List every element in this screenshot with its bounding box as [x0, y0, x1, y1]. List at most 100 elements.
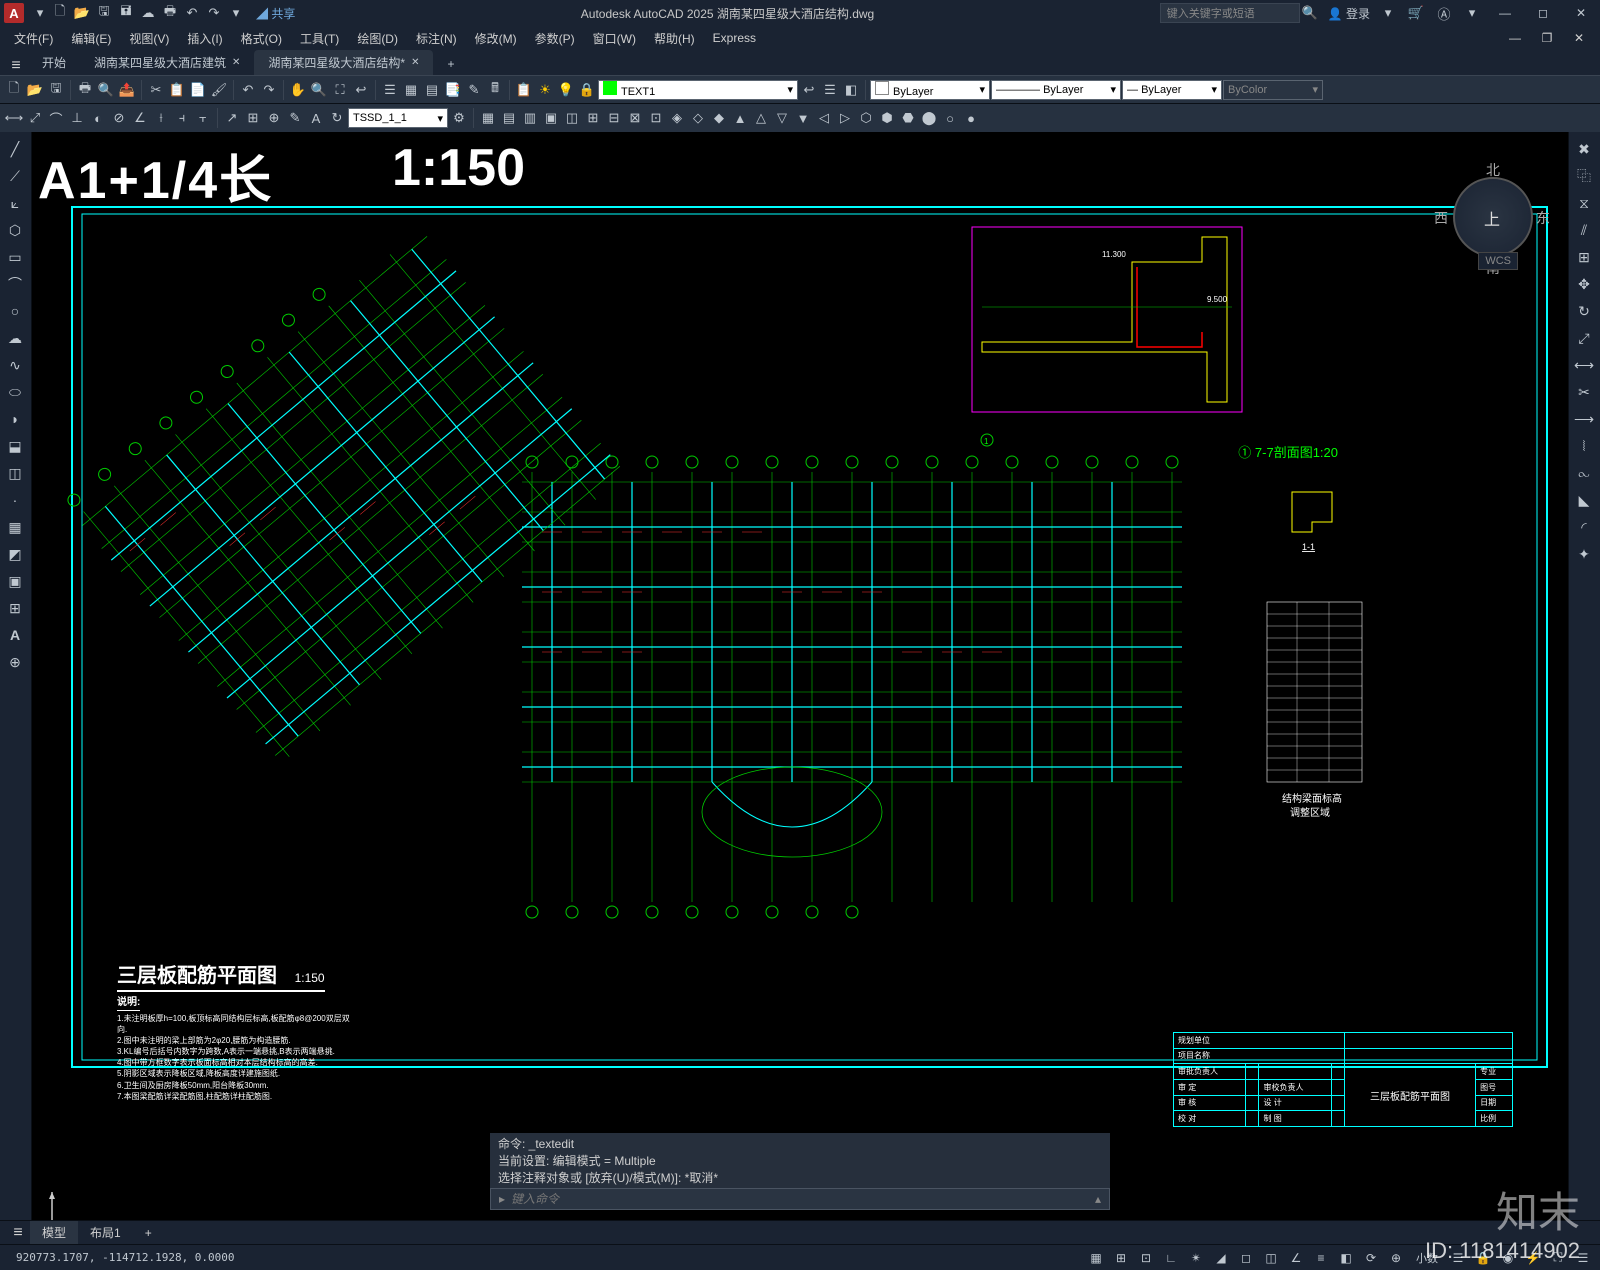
tssd-2-icon[interactable]: ▤ [499, 108, 519, 128]
save-icon[interactable]: 🖫 [94, 3, 114, 23]
table-icon[interactable]: ⊞ [0, 595, 30, 621]
publish-icon[interactable]: 📤 [117, 80, 137, 100]
dynamic-input-toggle[interactable]: ⊕ [1385, 1248, 1407, 1268]
sheet-set-icon[interactable]: 📑 [443, 80, 463, 100]
rotate-icon[interactable]: ↻ [1569, 298, 1599, 324]
share-button[interactable]: ◢ 共享 [256, 5, 295, 22]
pline-icon[interactable]: ⟀ [0, 190, 30, 216]
open-icon[interactable]: 📂 [72, 3, 92, 23]
redo-icon[interactable]: ↷ [204, 3, 224, 23]
join-icon[interactable]: ⧜ [1569, 460, 1599, 486]
dim-radius-icon[interactable]: ◐ [88, 108, 108, 128]
layer-state-icon[interactable]: ☰ [820, 80, 840, 100]
qat-dropdown-icon[interactable]: ▾ [226, 3, 246, 23]
dim-update-icon[interactable]: ↻ [327, 108, 347, 128]
doc-minimize-button[interactable]: — [1500, 28, 1530, 48]
quickcalc-icon[interactable]: 🖩 [485, 80, 505, 100]
paste-icon[interactable]: 📄 [188, 80, 208, 100]
minimize-button[interactable]: — [1490, 3, 1520, 23]
tab-close-icon[interactable]: ✕ [232, 57, 240, 68]
insert-block-icon[interactable]: ⬓ [0, 433, 30, 459]
layer-iso-icon[interactable]: ◧ [841, 80, 861, 100]
preview-icon[interactable]: 🔍 [96, 80, 116, 100]
tab-file-2-active[interactable]: 湖南某四星级大酒店结构*✕ [254, 50, 433, 75]
offset-icon[interactable]: ⫽ [1569, 217, 1599, 243]
tssd-14-icon[interactable]: △ [751, 108, 771, 128]
dimstyle-selector[interactable]: TSSD_1_1▾ [348, 108, 448, 128]
tolerance-icon[interactable]: ⊞ [243, 108, 263, 128]
new-icon[interactable]: 🗋 [4, 80, 24, 100]
menu-modify[interactable]: 修改(M) [467, 27, 525, 50]
trim-icon[interactable]: ✂ [1569, 379, 1599, 405]
layer-lock-icon[interactable]: 🔒 [577, 80, 597, 100]
dim-ordinate-icon[interactable]: ⊥ [67, 108, 87, 128]
tssd-9-icon[interactable]: ⊡ [646, 108, 666, 128]
menu-draw[interactable]: 绘图(D) [349, 27, 406, 50]
arc-icon[interactable]: ⌒ [0, 271, 30, 297]
doc-restore-button[interactable]: ❐ [1532, 28, 1562, 48]
pan-icon[interactable]: ✋ [288, 80, 308, 100]
doc-close-button[interactable]: ✕ [1564, 28, 1594, 48]
login-button[interactable]: 👤 登录 [1328, 5, 1370, 22]
hatch-icon[interactable]: ▦ [0, 514, 30, 540]
scale-icon[interactable]: ⤢ [1569, 325, 1599, 351]
osnap-toggle[interactable]: ◻ [1235, 1248, 1257, 1268]
menu-format[interactable]: 格式(O) [233, 27, 290, 50]
menu-parametric[interactable]: 参数(P) [527, 27, 583, 50]
make-block-icon[interactable]: ◫ [0, 460, 30, 486]
tssd-13-icon[interactable]: ▲ [730, 108, 750, 128]
layout-add-button[interactable]: + [133, 1223, 164, 1243]
dim-baseline-icon[interactable]: ⫞ [172, 108, 192, 128]
tssd-22-icon[interactable]: ⬤ [919, 108, 939, 128]
revcloud-icon[interactable]: ☁ [0, 325, 30, 351]
menu-view[interactable]: 视图(V) [121, 27, 177, 50]
zoom-window-icon[interactable]: ⛶ [330, 80, 350, 100]
dim-angular-icon[interactable]: ∠ [130, 108, 150, 128]
dim-aligned-icon[interactable]: ⤢ [25, 108, 45, 128]
grid-toggle[interactable]: ⊞ [1110, 1248, 1132, 1268]
tssd-20-icon[interactable]: ⬢ [877, 108, 897, 128]
tssd-11-icon[interactable]: ◇ [688, 108, 708, 128]
copy-icon[interactable]: 📋 [167, 80, 187, 100]
tssd-3-icon[interactable]: ▥ [520, 108, 540, 128]
break-icon[interactable]: ⦚ [1569, 433, 1599, 459]
command-expand-icon[interactable]: ▴ [1095, 1192, 1101, 1206]
autodesk-app-icon[interactable]: ▾ [1378, 3, 1398, 23]
tssd-24-icon[interactable]: ● [961, 108, 981, 128]
add-selected-icon[interactable]: ⊕ [0, 649, 30, 675]
dim-edit-icon[interactable]: ✎ [285, 108, 305, 128]
tssd-15-icon[interactable]: ▽ [772, 108, 792, 128]
menu-file[interactable]: 文件(F) [6, 27, 61, 50]
ellipse-arc-icon[interactable]: ◗ [0, 406, 30, 432]
circle-icon[interactable]: ○ [0, 298, 30, 324]
menu-express[interactable]: Express [705, 28, 764, 48]
center-mark-icon[interactable]: ⊕ [264, 108, 284, 128]
menu-window[interactable]: 窗口(W) [585, 27, 644, 50]
model-tab[interactable]: 模型 [30, 1221, 78, 1244]
erase-icon[interactable]: ✖ [1569, 136, 1599, 162]
dim-continue-icon[interactable]: ⫟ [193, 108, 213, 128]
fillet-icon[interactable]: ◜ [1569, 514, 1599, 540]
mirror-icon[interactable]: ⧖ [1569, 190, 1599, 216]
zoom-icon[interactable]: 🔍 [309, 80, 329, 100]
undo-icon[interactable]: ↶ [238, 80, 258, 100]
layer-prop-icon[interactable]: 📋 [514, 80, 534, 100]
point-icon[interactable]: · [0, 487, 30, 513]
tab-add-button[interactable]: + [433, 53, 468, 75]
chamfer-icon[interactable]: ◣ [1569, 487, 1599, 513]
line-icon[interactable]: ╱ [0, 136, 30, 162]
transparency-toggle[interactable]: ◧ [1335, 1248, 1357, 1268]
polygon-icon[interactable]: ⬡ [0, 217, 30, 243]
wcs-label[interactable]: WCS [1478, 252, 1518, 270]
polar-toggle[interactable]: ✴ [1185, 1248, 1207, 1268]
new-icon[interactable]: 🗋 [50, 3, 70, 23]
layer-off-icon[interactable]: 💡 [556, 80, 576, 100]
isodraft-toggle[interactable]: ◢ [1210, 1248, 1232, 1268]
maximize-button[interactable]: ◻ [1528, 3, 1558, 23]
tssd-12-icon[interactable]: ◆ [709, 108, 729, 128]
help-search-input[interactable]: 键入关键字或短语 [1160, 3, 1300, 23]
properties-icon[interactable]: ☰ [380, 80, 400, 100]
menu-insert[interactable]: 插入(I) [179, 27, 230, 50]
lineweight-toggle[interactable]: ≡ [1310, 1248, 1332, 1268]
match-icon[interactable]: 🖌 [209, 80, 229, 100]
